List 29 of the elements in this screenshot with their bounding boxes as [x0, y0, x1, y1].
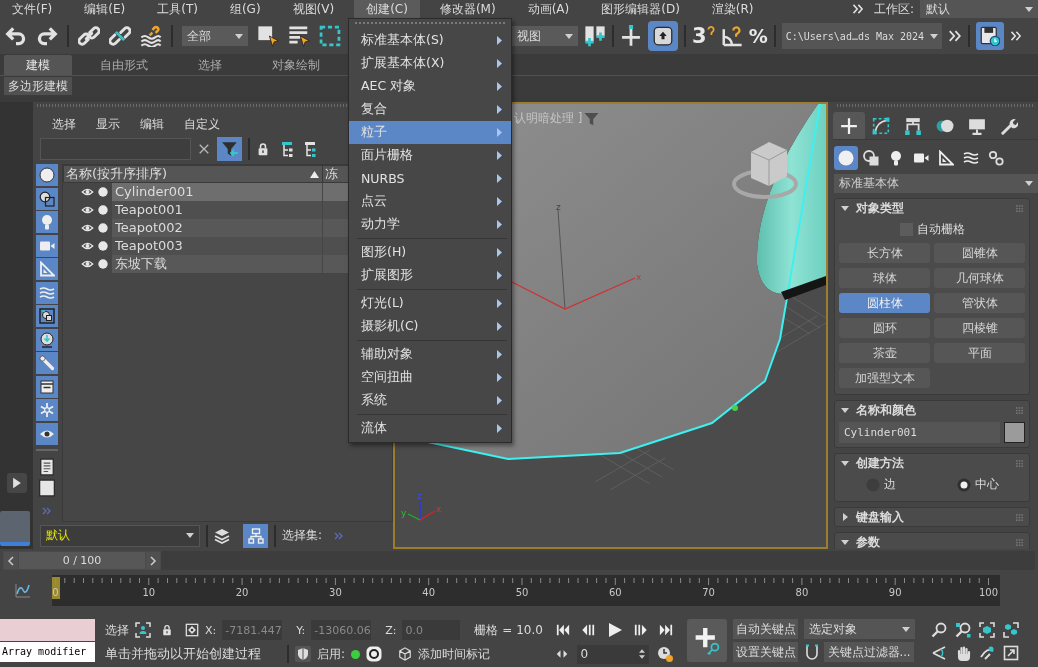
grid-size-text: 栅格 = 10.0	[474, 621, 543, 639]
axis-label: x	[436, 504, 442, 514]
frame-label: 40	[422, 587, 436, 598]
axis-label: x	[636, 272, 642, 282]
selection-set-label: 选择集:	[282, 527, 323, 544]
prompt-text: 单击并拖动以开始创建过程	[105, 645, 261, 663]
frame-label: 100	[978, 587, 999, 598]
enable-label: 启用:	[317, 645, 346, 663]
frame-label: 60	[608, 587, 622, 598]
frame-label: 80	[795, 587, 809, 598]
axis-label: y	[401, 508, 407, 518]
x-label: X:	[205, 623, 217, 637]
radio-label: 中心	[974, 476, 999, 493]
selection-status-text: 选择	[105, 621, 129, 639]
y-label: Y:	[296, 623, 306, 637]
workspace-label: 工作区:	[873, 0, 914, 18]
checkbox-label: 自动栅格	[916, 220, 965, 238]
z-label: Z:	[385, 623, 397, 637]
axis-label: z	[556, 202, 561, 212]
frame-label: 50	[515, 587, 529, 598]
frame-label: 90	[888, 587, 902, 598]
axis-label: z	[417, 491, 422, 501]
frame-label: 0	[52, 587, 59, 598]
frame-label: 70	[702, 587, 715, 598]
radio-label: 边	[883, 476, 896, 493]
frame-label: 30	[329, 587, 342, 598]
frame-label: 10	[142, 587, 156, 598]
time-slider-label: 0 / 100	[19, 552, 145, 569]
frame-label: 20	[235, 587, 249, 598]
